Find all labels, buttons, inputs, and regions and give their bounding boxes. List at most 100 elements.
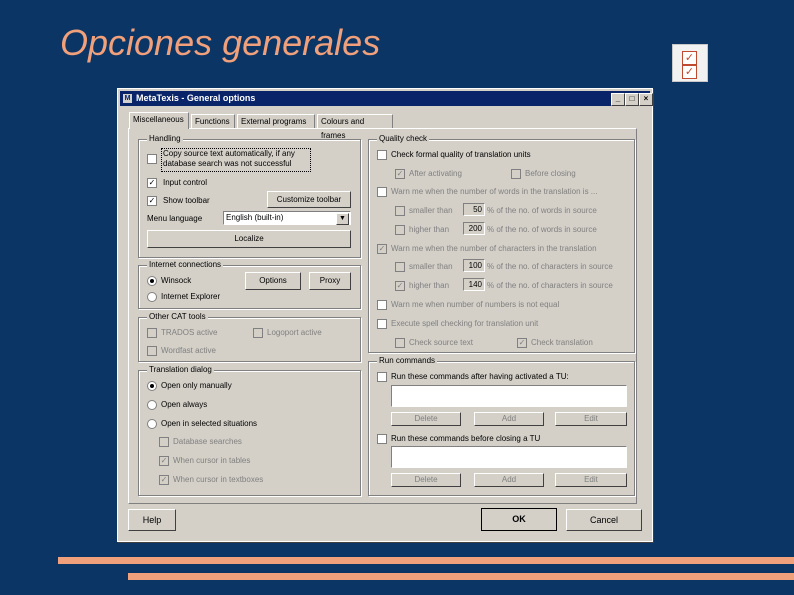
- other-cat-tools-title: Other CAT tools: [147, 312, 208, 321]
- run-commands-group: Run commands Run these commands after ha…: [368, 356, 635, 496]
- show-toolbar-checkbox[interactable]: ✓: [147, 196, 157, 206]
- cursor-tables-checkbox[interactable]: ✓: [159, 456, 169, 466]
- add-button[interactable]: Add: [474, 473, 544, 487]
- decorative-bar-bottom: [128, 573, 794, 580]
- after-activating-checkbox[interactable]: ✓: [395, 169, 405, 179]
- proxy-button[interactable]: Proxy: [309, 272, 351, 290]
- words-higher-suffix: % of the no. of words in source: [487, 225, 597, 234]
- copy-source-label-line2: database search was not successful: [163, 159, 292, 168]
- internet-connections-title: Internet connections: [147, 260, 224, 269]
- chars-higher-input[interactable]: 140: [463, 278, 485, 291]
- warn-words-checkbox[interactable]: [377, 187, 387, 197]
- run-after-activated-label: Run these commands after having activate…: [391, 372, 569, 381]
- minimize-button[interactable]: _: [611, 93, 625, 106]
- internet-connections-group: Internet connections Winsock Internet Ex…: [138, 260, 361, 309]
- database-searches-label: Database searches: [173, 437, 242, 446]
- run-after-activated-checkbox[interactable]: [377, 372, 387, 382]
- cursor-textboxes-checkbox[interactable]: ✓: [159, 475, 169, 485]
- database-searches-checkbox[interactable]: [159, 437, 169, 447]
- check-translation-label: Check translation: [531, 338, 593, 347]
- internet-explorer-label: Internet Explorer: [161, 292, 221, 301]
- add-button[interactable]: Add: [474, 412, 544, 426]
- tab-miscellaneous[interactable]: Miscellaneous: [129, 112, 189, 129]
- open-selected-radio[interactable]: [147, 419, 157, 429]
- wordfast-label: Wordfast active: [161, 346, 216, 355]
- help-button[interactable]: Help: [128, 509, 176, 531]
- trados-checkbox[interactable]: [147, 328, 157, 338]
- cursor-tables-label: When cursor in tables: [173, 456, 251, 465]
- slide-title: Opciones generales: [60, 22, 381, 63]
- edit-button[interactable]: Edit: [555, 412, 627, 426]
- cancel-button[interactable]: Cancel: [566, 509, 642, 531]
- copy-source-checkbox[interactable]: [147, 154, 157, 164]
- ok-button[interactable]: OK: [481, 508, 557, 531]
- words-smaller-input[interactable]: 50: [463, 203, 485, 216]
- chars-higher-checkbox[interactable]: ✓: [395, 281, 405, 291]
- open-always-label: Open always: [161, 400, 208, 409]
- menu-language-value: English (built-in): [226, 213, 284, 222]
- quality-check-title: Quality check: [377, 134, 430, 143]
- warn-chars-checkbox[interactable]: ✓: [377, 244, 387, 254]
- spell-check-label: Execute spell checking for translation u…: [391, 319, 539, 328]
- check-source-checkbox[interactable]: [395, 338, 405, 348]
- open-manually-label: Open only manually: [161, 381, 232, 390]
- spell-check-checkbox[interactable]: [377, 319, 387, 329]
- edit-button[interactable]: Edit: [555, 473, 627, 487]
- tab-panel: Handling Copy source text automatically,…: [128, 128, 637, 504]
- open-manually-radio[interactable]: [147, 381, 157, 391]
- run-before-closing-label: Run these commands before closing a TU: [391, 434, 541, 443]
- check-translation-checkbox[interactable]: ✓: [517, 338, 527, 348]
- chars-smaller-label: smaller than: [409, 262, 453, 271]
- menu-language-label: Menu language: [147, 214, 203, 223]
- run-before-closing-checkbox[interactable]: [377, 434, 387, 444]
- words-higher-checkbox[interactable]: [395, 225, 405, 235]
- tab-external-programs[interactable]: External programs: [237, 114, 315, 128]
- tab-colours-and-frames[interactable]: Colours and frames: [317, 114, 393, 140]
- words-smaller-checkbox[interactable]: [395, 206, 405, 216]
- internet-explorer-radio[interactable]: [147, 292, 157, 302]
- chars-smaller-input[interactable]: 100: [463, 259, 485, 272]
- winsock-radio[interactable]: [147, 276, 157, 286]
- check-formal-checkbox[interactable]: [377, 150, 387, 160]
- chevron-down-icon[interactable]: ▼: [336, 213, 349, 225]
- before-closing-checkbox[interactable]: [511, 169, 521, 179]
- words-smaller-label: smaller than: [409, 206, 453, 215]
- delete-button[interactable]: Delete: [391, 412, 461, 426]
- words-smaller-suffix: % of the no. of words in source: [487, 206, 597, 215]
- chars-smaller-checkbox[interactable]: [395, 262, 405, 272]
- warn-words-label: Warn me when the number of words in the …: [391, 187, 598, 196]
- run-after-commands-textbox[interactable]: [391, 385, 627, 407]
- wordfast-checkbox[interactable]: [147, 346, 157, 356]
- maximize-button[interactable]: □: [625, 93, 639, 106]
- run-before-commands-textbox[interactable]: [391, 446, 627, 468]
- open-always-radio[interactable]: [147, 400, 157, 410]
- words-higher-input[interactable]: 200: [463, 222, 485, 235]
- chars-higher-label: higher than: [409, 281, 450, 290]
- quality-check-group: Quality check Check formal quality of tr…: [368, 134, 635, 353]
- close-button[interactable]: ×: [639, 93, 653, 106]
- chars-smaller-suffix: % of the no. of characters in source: [487, 262, 613, 271]
- check-formal-label: Check formal quality of translation unit…: [391, 150, 531, 159]
- options-button[interactable]: Options: [245, 272, 301, 290]
- customize-toolbar-button[interactable]: Customize toolbar: [267, 191, 351, 208]
- tab-functions[interactable]: Functions: [191, 114, 235, 128]
- dialog-titlebar[interactable]: M MetaTexis - General options _ □ ×: [120, 91, 653, 106]
- menu-language-select[interactable]: English (built-in) ▼: [223, 211, 351, 225]
- checklist-icon: ✓ ✓: [672, 44, 708, 82]
- input-control-checkbox[interactable]: ✓: [147, 178, 157, 188]
- chars-higher-suffix: % of the no. of characters in source: [487, 281, 613, 290]
- before-closing-label: Before closing: [525, 169, 576, 178]
- translation-dialog-title: Translation dialog: [147, 365, 214, 374]
- decorative-bar-top: [58, 557, 794, 564]
- cursor-textboxes-label: When cursor in textboxes: [173, 475, 264, 484]
- warn-chars-label: Warn me when the number of characters in…: [391, 244, 597, 253]
- words-higher-label: higher than: [409, 225, 450, 234]
- logoport-checkbox[interactable]: [253, 328, 263, 338]
- run-commands-title: Run commands: [377, 356, 438, 365]
- after-activating-label: After activating: [409, 169, 462, 178]
- localize-button[interactable]: Localize: [147, 230, 351, 248]
- open-selected-label: Open in selected situations: [161, 419, 258, 428]
- delete-button[interactable]: Delete: [391, 473, 461, 487]
- winsock-label: Winsock: [161, 276, 192, 285]
- warn-numbers-checkbox[interactable]: [377, 300, 387, 310]
